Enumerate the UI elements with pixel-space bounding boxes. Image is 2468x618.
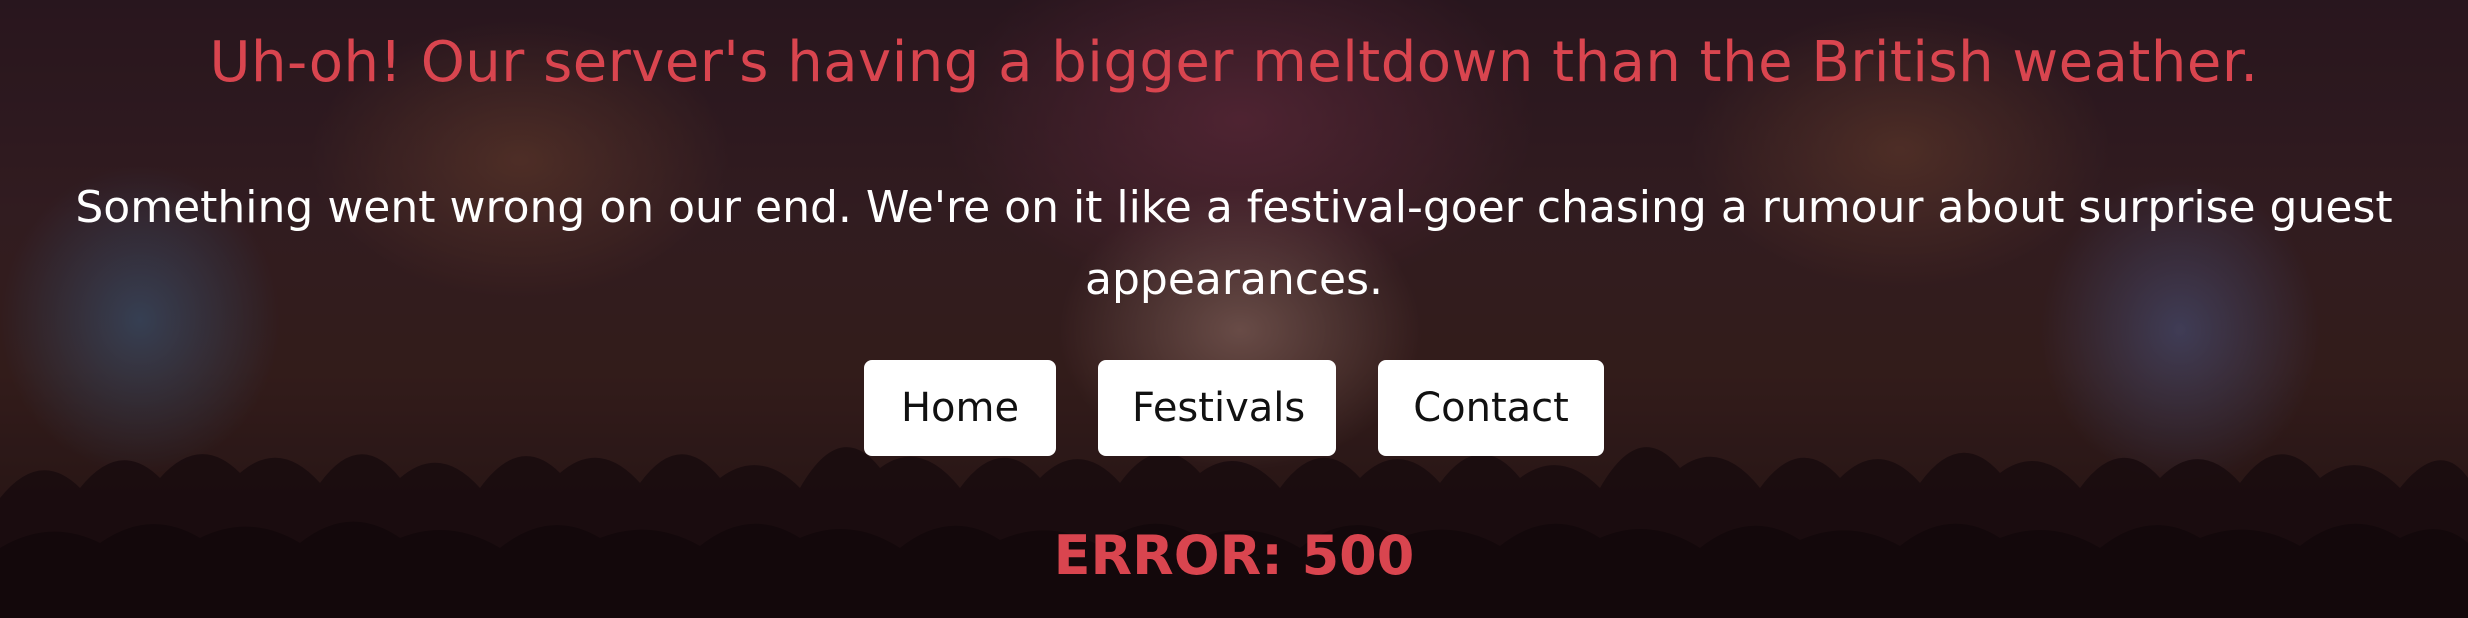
festivals-button[interactable]: Festivals xyxy=(1098,360,1336,456)
home-button[interactable]: Home xyxy=(864,360,1056,456)
contact-button[interactable]: Contact xyxy=(1378,360,1604,456)
error-code: ERROR: 500 xyxy=(1053,524,1415,587)
error-nav: Home Festivals Contact xyxy=(0,360,2468,456)
error-page: Uh-oh! Our server's having a bigger melt… xyxy=(0,0,2468,618)
error-headline: Uh-oh! Our server's having a bigger melt… xyxy=(209,30,2259,95)
error-content: Uh-oh! Our server's having a bigger melt… xyxy=(0,0,2468,618)
error-message: Something went wrong on our end. We're o… xyxy=(75,182,2393,305)
